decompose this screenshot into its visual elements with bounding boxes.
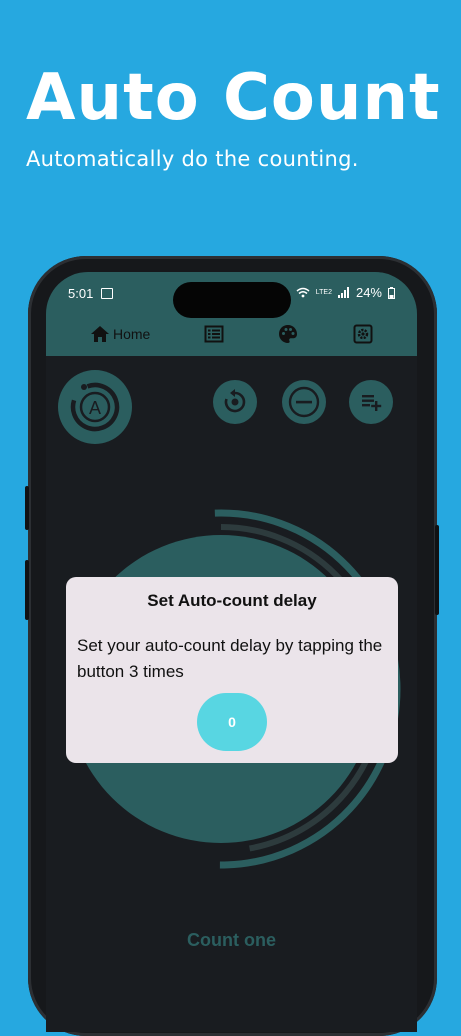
decrement-button[interactable]: [282, 380, 326, 424]
app-top-bar: 5:01 LTE2 24% Home: [46, 272, 417, 356]
battery-label: 24%: [355, 285, 382, 300]
battery-icon: [388, 286, 395, 299]
phone-side-button: [25, 560, 29, 620]
promo-subtitle: Automatically do the counting.: [26, 147, 359, 171]
reset-button[interactable]: [213, 380, 257, 424]
tab-bar: Home: [46, 316, 417, 352]
signal-icon: [337, 287, 349, 298]
status-time: 5:01: [68, 286, 94, 301]
dialog-message: Set your auto-count delay by tapping the…: [77, 636, 383, 681]
camera-island: [173, 282, 291, 318]
phone-power-button: [435, 525, 439, 615]
phone-side-button: [25, 486, 29, 530]
list-icon: [204, 325, 224, 343]
tab-settings[interactable]: [353, 322, 373, 346]
reset-icon: [224, 389, 246, 413]
promo-title: Auto Count: [26, 61, 441, 135]
palette-icon: [279, 325, 297, 343]
counter-name[interactable]: Count one: [46, 930, 417, 951]
add-playlist-icon: [362, 395, 382, 411]
tab-home[interactable]: Home: [90, 322, 150, 346]
dialog-title: Set Auto-count delay: [147, 591, 317, 610]
tab-themes[interactable]: [278, 322, 298, 346]
tab-list[interactable]: [204, 322, 224, 346]
tab-home-label: Home: [113, 326, 151, 342]
auto-count-delay-dialog: Set Auto-count delay Set your auto-count…: [66, 577, 398, 763]
wifi-icon: [296, 287, 310, 298]
status-right: LTE2 24%: [296, 285, 395, 300]
home-icon: [91, 326, 109, 342]
network-type-label: LTE2: [315, 289, 332, 296]
add-counter-button[interactable]: [349, 380, 393, 424]
image-notification-icon: [101, 288, 113, 299]
settings-icon: [353, 324, 373, 344]
logo-letter: A: [89, 398, 101, 418]
minus-icon: [288, 386, 320, 418]
app-logo: A: [58, 370, 132, 444]
tap-delay-button[interactable]: 0: [197, 693, 267, 751]
